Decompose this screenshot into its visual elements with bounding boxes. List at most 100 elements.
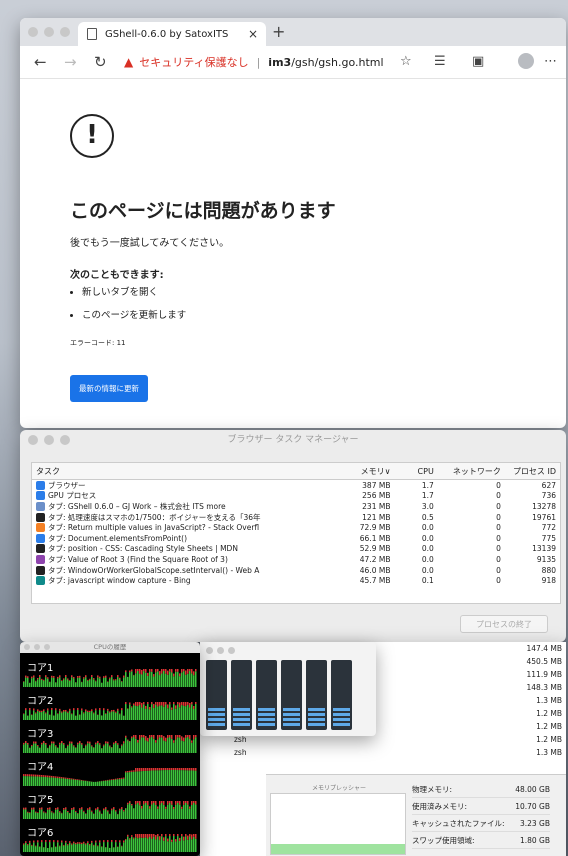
back-icon[interactable]: ← (34, 53, 47, 71)
network-cell: 0 (496, 501, 501, 511)
task-manager-title: ブラウザー タスク マネージャー (227, 435, 359, 445)
memory-cell: 256 MB (362, 491, 391, 501)
pid-cell: 772 (541, 523, 556, 533)
cpu-core-history: コア2 (23, 690, 197, 720)
task-cell: タブ: WindowOrWorkerGlobalScope.setInterva… (32, 565, 351, 576)
pid-cell: 736 (541, 491, 556, 501)
task-manager-window: ブラウザー タスク マネージャー タスク メモリ∨ CPU ネットワーク プロセ… (20, 430, 566, 642)
error-heading: このページには問題があります (70, 200, 336, 222)
process-memory: 1.2 MB (536, 722, 562, 731)
memory-stats: 物理メモリ: 48.00 GB 使用済みメモリ: 10.70 GB キャッシュされたファ… (412, 781, 550, 849)
address-bar[interactable]: ▲ セキュリティ保護なし | im3/gsh/gsh.go.html (124, 50, 414, 74)
list-item[interactable]: zsh 1.3 MB (200, 748, 566, 760)
favicon-icon (36, 544, 45, 554)
reload-icon[interactable]: ↻ (94, 53, 107, 71)
favicon-icon (36, 576, 45, 586)
table-row[interactable]: タブ: GShell 0.6.0 – GJ Work – 株式会社 ITS mo… (32, 501, 560, 512)
favorites-icon[interactable]: ☰ (434, 54, 446, 69)
task-manager-titlebar: ブラウザー タスク マネージャー (20, 430, 566, 450)
browser-tab[interactable]: GShell-0.6.0 by SatoxITS × (78, 22, 266, 46)
table-row[interactable]: タブ: Return multiple values in JavaScript… (32, 522, 560, 533)
table-row[interactable]: タブ: WindowOrWorkerGlobalScope.setInterva… (32, 565, 560, 576)
window-controls[interactable] (28, 27, 70, 37)
memory-cell: 387 MB (362, 480, 391, 490)
window-controls[interactable] (206, 647, 235, 654)
task-cell: GPU プロセス (32, 490, 351, 501)
memory-stat-value: 10.70 GB (515, 801, 550, 811)
memory-cell: 52.9 MB (359, 544, 391, 554)
process-table: タスク メモリ∨ CPU ネットワーク プロセス ID ブラウザー 387 MB 1… (31, 462, 561, 604)
table-row[interactable]: タブ: position - CSS: Cascading Style Shee… (32, 544, 560, 555)
cpu-cell: 1.7 (421, 480, 434, 490)
memory-cell: 45.7 MB (359, 576, 391, 586)
process-memory: 1.3 MB (536, 748, 562, 757)
favicon-icon (36, 512, 45, 522)
process-name: zsh (234, 748, 247, 757)
memory-cell: 72.9 MB (359, 523, 391, 533)
memory-stat-value: 3.23 GB (519, 818, 550, 828)
pid-cell: 13139 (532, 544, 556, 554)
task-name: タブ: 処理速度はスマホの1/7500：ボイジャーを支える「36年 (48, 512, 261, 522)
memory-stat: 使用済みメモリ: 10.70 GB (412, 798, 550, 815)
memory-stat-value: 1.80 GB (519, 835, 550, 845)
table-row[interactable]: タブ: Document.elementsFromPoint() 66.1 MB 0… (32, 533, 560, 544)
cpu-cell: 0.0 (421, 544, 434, 554)
cpu-cell: 0.0 (421, 523, 434, 533)
task-cell: タブ: GShell 0.6.0 – GJ Work – 株式会社 ITS mo… (32, 501, 351, 512)
reload-button[interactable]: 最新の情報に更新 (70, 375, 148, 402)
table-row[interactable]: タブ: javascript window capture - Bing 45.7… (32, 575, 560, 586)
suggestion-new-tab: 新しいタブを開く (82, 284, 186, 298)
cpu-core-meter (256, 660, 277, 730)
column-task[interactable]: タスク (32, 466, 351, 477)
new-tab-button[interactable]: + (272, 22, 285, 41)
list-item[interactable]: zsh 1.2 MB (200, 735, 566, 747)
star-icon[interactable]: ☆ (400, 54, 412, 69)
column-memory[interactable]: メモリ∨ (351, 466, 391, 477)
process-memory: 1.2 MB (536, 735, 562, 744)
error-icon: ! (70, 114, 114, 158)
cpu-core-history: コア3 (23, 723, 197, 753)
collections-icon[interactable]: ▣ (472, 54, 484, 69)
browser-toolbar: ← → ↻ ▲ セキュリティ保護なし | im3/gsh/gsh.go.html… (20, 46, 566, 79)
close-icon[interactable]: × (248, 27, 258, 41)
more-icon[interactable]: ⋯ (544, 54, 557, 69)
network-cell: 0 (496, 523, 501, 533)
forward-icon[interactable]: → (64, 53, 77, 71)
window-controls[interactable] (24, 644, 50, 650)
pid-cell: 880 (541, 565, 556, 575)
table-row[interactable]: タブ: Value of Root 3 (Find the Square Roo… (32, 554, 560, 565)
cpu-cell: 0.0 (421, 533, 434, 543)
memory-pressure-graph (270, 793, 406, 855)
core-history-graph (23, 834, 197, 852)
suggestions-list: 新しいタブを開く このページを更新します (68, 284, 186, 330)
table-row[interactable]: ブラウザー 387 MB 1.7 0 627 (32, 480, 560, 491)
task-cell: ブラウザー (32, 480, 351, 491)
window-controls[interactable] (28, 435, 70, 445)
error-code: エラーコード: 11 (70, 339, 126, 347)
pid-cell: 775 (541, 533, 556, 543)
favicon-icon (36, 480, 45, 490)
cpu-core-meter (306, 660, 327, 730)
profile-avatar[interactable] (518, 53, 534, 69)
end-process-button[interactable]: プロセスの終了 (460, 615, 548, 633)
table-row[interactable]: タブ: 処理速度はスマホの1/7500：ボイジャーを支える「36年 121 MB 0… (32, 512, 560, 523)
cpu-core-meter (281, 660, 302, 730)
core-history-graph (23, 702, 197, 720)
memory-cell: 121 MB (362, 512, 391, 522)
insecure-label: セキュリティ保護なし (139, 56, 249, 69)
column-network[interactable]: ネットワーク (440, 466, 501, 477)
core-history-graph (23, 768, 197, 786)
column-cpu[interactable]: CPU (390, 467, 439, 476)
task-name: GPU プロセス (48, 491, 97, 501)
cpu-core-meter (206, 660, 227, 730)
memory-cell: 231 MB (362, 501, 391, 511)
cpu-cell: 3.0 (421, 501, 434, 511)
cpu-history-window: CPUの履歴 コア1 コア2 コア3 コア4 コア5 コア6 (20, 642, 200, 856)
process-memory: 111.9 MB (526, 670, 562, 679)
cpu-core-meter (231, 660, 252, 730)
memory-pressure-label: メモリプレッシャー (312, 785, 367, 792)
core-history-graph (23, 735, 197, 753)
column-pid[interactable]: プロセス ID (501, 466, 560, 477)
page-icon (87, 28, 97, 40)
table-row[interactable]: GPU プロセス 256 MB 1.7 0 736 (32, 491, 560, 502)
